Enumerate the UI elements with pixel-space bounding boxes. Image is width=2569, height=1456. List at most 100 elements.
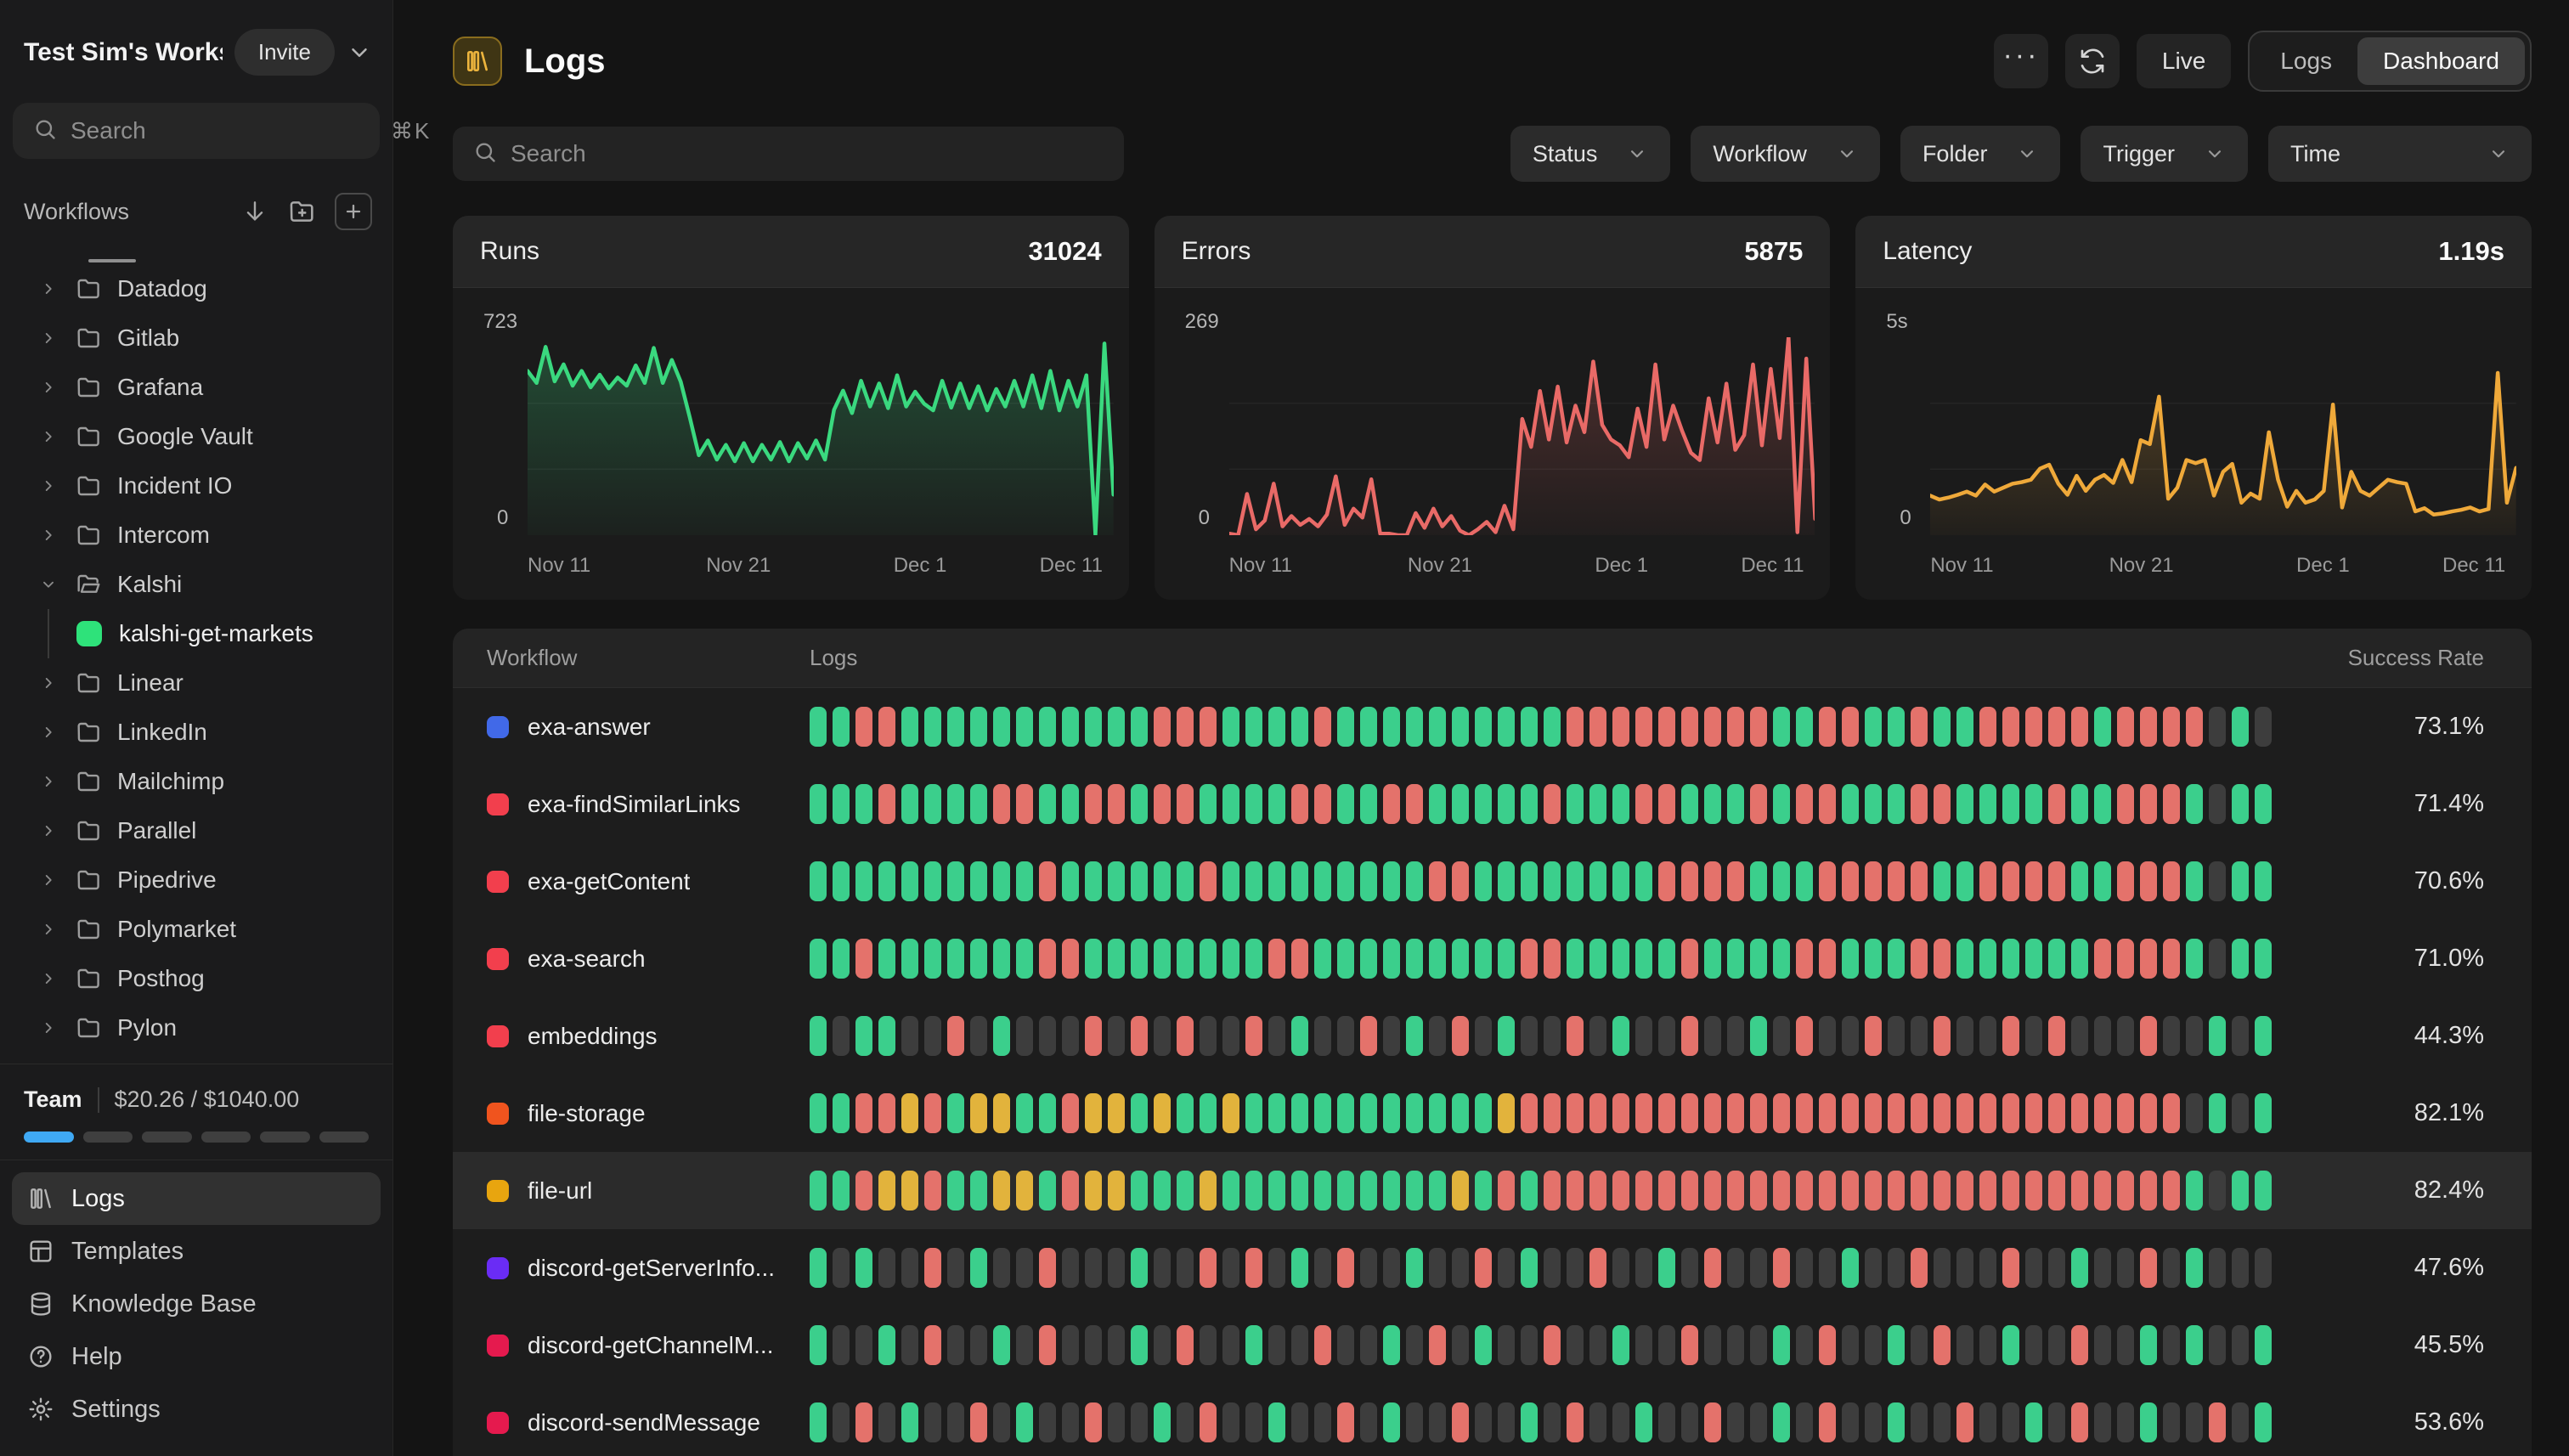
log-bar[interactable] [1085,1016,1102,1056]
log-bar[interactable] [1819,784,1836,824]
folder-item-polymarket[interactable]: Polymarket [37,905,384,954]
log-bar[interactable] [901,861,918,901]
folder-item-posthog[interactable]: Posthog [37,954,384,1003]
log-bar[interactable] [833,861,850,901]
log-bar[interactable] [2025,861,2042,901]
log-bar[interactable] [1337,1325,1354,1365]
log-bar[interactable] [855,1171,872,1211]
log-bar[interactable] [1475,1171,1492,1211]
log-bar[interactable] [1291,1171,1308,1211]
folder-item-pipedrive[interactable]: Pipedrive [37,855,384,905]
log-bar[interactable] [1979,1093,1996,1133]
table-row-embeddings[interactable]: embeddings44.3% [453,997,2532,1075]
log-bar[interactable] [1200,707,1217,747]
log-bar[interactable] [901,1402,918,1442]
log-bar[interactable] [1521,861,1538,901]
log-bar[interactable] [1383,1016,1400,1056]
log-bar[interactable] [1475,707,1492,747]
log-bar[interactable] [1612,939,1629,979]
log-bar[interactable] [878,784,895,824]
log-bar[interactable] [1727,1248,1744,1288]
log-bar[interactable] [993,1325,1010,1365]
log-bar[interactable] [833,1402,850,1442]
log-bar[interactable] [1521,1171,1538,1211]
sidebar-search[interactable]: ⌘K [13,103,380,159]
folder-item-datadog[interactable]: Datadog [37,264,384,313]
log-bar[interactable] [1154,1402,1171,1442]
workflow-item-kalshi-get-markets[interactable]: kalshi-get-markets [37,609,384,658]
log-bar[interactable] [1039,784,1056,824]
log-bar[interactable] [1956,707,1973,747]
log-bar[interactable] [1544,861,1561,901]
log-bar[interactable] [1039,939,1056,979]
sidebar-item-logs[interactable]: Logs [12,1172,381,1225]
log-bar[interactable] [1154,1171,1171,1211]
invite-button[interactable]: Invite [234,29,335,76]
log-bar[interactable] [1888,707,1905,747]
log-bar[interactable] [1268,707,1285,747]
chart-area[interactable]: 5s0Nov 11Nov 21Dec 1Dec 11 [1855,288,2532,600]
log-bar[interactable] [1498,1402,1515,1442]
log-bar[interactable] [1268,1248,1285,1288]
log-bar[interactable] [924,1171,941,1211]
log-bar[interactable] [2094,1016,2111,1056]
log-bar[interactable] [1681,939,1698,979]
log-bar[interactable] [1934,1093,1951,1133]
log-bar[interactable] [1750,1016,1767,1056]
log-bar[interactable] [2209,1093,2226,1133]
log-bar[interactable] [2140,1016,2157,1056]
log-bar[interactable] [1200,784,1217,824]
log-bar[interactable] [901,1248,918,1288]
log-bar[interactable] [2186,707,2203,747]
log-bar[interactable] [2117,861,2134,901]
log-bar[interactable] [1842,707,1859,747]
log-bar[interactable] [2094,1093,2111,1133]
log-bar[interactable] [1245,1171,1262,1211]
log-bar[interactable] [2232,1248,2249,1288]
log-bar[interactable] [1842,1093,1859,1133]
log-bar[interactable] [1612,784,1629,824]
log-bar[interactable] [1796,861,1813,901]
log-bar[interactable] [1062,784,1079,824]
log-bar[interactable] [901,1171,918,1211]
log-bar[interactable] [1796,1171,1813,1211]
log-bar[interactable] [1521,784,1538,824]
log-bar[interactable] [1222,1171,1239,1211]
log-bar[interactable] [1085,939,1102,979]
log-bar[interactable] [1727,707,1744,747]
log-bar[interactable] [1406,1016,1423,1056]
log-bar[interactable] [1200,1325,1217,1365]
log-bar[interactable] [2002,1248,2019,1288]
log-bar[interactable] [1842,784,1859,824]
log-bar[interactable] [901,939,918,979]
log-bar[interactable] [901,1325,918,1365]
logs-search-input[interactable] [511,140,1104,167]
log-bar[interactable] [1567,784,1584,824]
log-bar[interactable] [1016,939,1033,979]
log-bar[interactable] [2163,1016,2180,1056]
log-bar[interactable] [1589,1248,1606,1288]
log-bar[interactable] [1635,939,1652,979]
table-row-file-url[interactable]: file-url82.4% [453,1152,2532,1229]
log-bar[interactable] [1360,1171,1377,1211]
log-bar[interactable] [1498,707,1515,747]
log-bar[interactable] [2094,1248,2111,1288]
log-bar[interactable] [1131,1402,1148,1442]
log-bar[interactable] [1635,707,1652,747]
log-bar[interactable] [924,784,941,824]
log-bar[interactable] [1681,707,1698,747]
log-bar[interactable] [2232,1171,2249,1211]
log-bar[interactable] [1567,1093,1584,1133]
log-bar[interactable] [2071,1325,2088,1365]
log-bar[interactable] [1062,1402,1079,1442]
log-bar[interactable] [924,939,941,979]
log-bar[interactable] [1177,939,1194,979]
log-bar[interactable] [2140,1248,2157,1288]
log-bar[interactable] [1039,1325,1056,1365]
log-bar[interactable] [1200,1093,1217,1133]
log-bar[interactable] [2163,939,2180,979]
log-bar[interactable] [1521,1093,1538,1133]
log-bar[interactable] [878,939,895,979]
log-bar[interactable] [2140,784,2157,824]
log-bar[interactable] [1773,1171,1790,1211]
